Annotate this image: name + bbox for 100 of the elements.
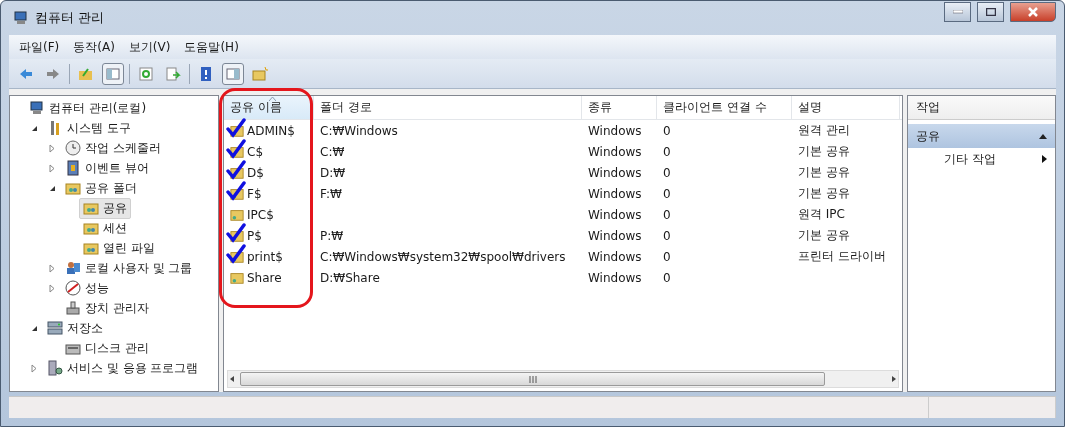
tree-pane-button[interactable] — [102, 62, 124, 85]
table-cell: 0 — [663, 144, 671, 159]
table-cell: 프린터 드라이버 — [798, 248, 886, 265]
scroll-right-icon[interactable] — [890, 375, 898, 383]
shared-folder-icon — [230, 270, 244, 285]
shared-folder-icon — [230, 207, 244, 222]
table-cell: D:₩ — [320, 165, 346, 180]
table-cell: Windows — [588, 270, 642, 285]
collapse-arrow-icon[interactable] — [30, 124, 38, 132]
collapse-arrow-icon[interactable] — [30, 324, 38, 332]
close-icon — [1028, 7, 1038, 17]
device-icon — [65, 300, 81, 316]
table-cell: 0 — [663, 207, 671, 222]
shared-folder-icon — [230, 228, 244, 243]
maximize-button[interactable] — [977, 2, 1004, 22]
computer-icon — [29, 100, 45, 116]
table-cell: D:₩Share — [320, 270, 380, 285]
share-icon — [83, 240, 99, 256]
table-cell: ADMIN$ — [247, 123, 295, 138]
new-share-icon — [252, 65, 268, 82]
services-icon — [47, 360, 63, 376]
tree-item[interactable]: 작업 스케줄러 — [61, 137, 165, 159]
expand-arrow-icon[interactable] — [49, 143, 55, 153]
expand-arrow-icon[interactable] — [49, 263, 55, 273]
table-cell: 0 — [663, 165, 671, 180]
table-cell: P:₩ — [320, 228, 344, 243]
tree-item[interactable]: 디스크 관리 — [61, 337, 153, 359]
table-cell: Windows — [588, 165, 642, 180]
tree-item[interactable]: 이벤트 뷰어 — [61, 157, 153, 179]
menu-item[interactable]: 보기(V) — [128, 38, 171, 56]
tree-item[interactable]: 성능 — [61, 277, 113, 299]
table-cell: 원격 IPC — [798, 206, 845, 223]
menu-item[interactable]: 동작(A) — [73, 38, 115, 56]
table-cell: F$ — [247, 186, 262, 201]
table-cell: print$ — [247, 249, 283, 264]
tree-item[interactable]: 서비스 및 응용 프로그램 — [43, 357, 203, 379]
tree-item[interactable]: 저장소 — [43, 317, 107, 339]
expand-arrow-icon[interactable] — [31, 363, 37, 373]
share-row[interactable]: ADMIN$ C:₩Windows Windows 0 원격 관리 — [224, 120, 902, 141]
shared-folder-icon — [230, 144, 244, 159]
collapse-arrow-icon[interactable] — [48, 184, 56, 192]
scroll-left-icon[interactable] — [228, 375, 236, 383]
clock-icon — [65, 140, 81, 156]
computer-management-icon — [13, 10, 29, 26]
panel-title: 작업 — [916, 99, 940, 116]
tree-item[interactable]: 공유 폴더 — [61, 177, 141, 199]
tree-item[interactable]: 로컬 사용자 및 그룹 — [61, 257, 197, 279]
share-row[interactable]: print$ C:₩Windows₩system32₩spool₩drivers Windows 0 프린터 드라이버 — [224, 246, 902, 267]
share-row[interactable]: Share D:₩Share Windows 0 — [224, 267, 902, 288]
shared-folder-icon — [230, 165, 244, 180]
table-cell: 기본 공유 — [798, 227, 850, 244]
action-section-header[interactable]: 공유 — [908, 124, 1055, 148]
scrollbar-thumb[interactable] — [240, 372, 825, 386]
column-header[interactable]: 공유 이름 — [224, 96, 314, 119]
expand-arrow-icon[interactable] — [49, 163, 55, 173]
table-cell: Windows — [588, 207, 642, 222]
horizontal-scrollbar[interactable] — [227, 370, 899, 388]
tree-pane-icon — [105, 65, 121, 82]
menu-item[interactable]: 도움말(H) — [184, 38, 239, 56]
action-pane-button[interactable] — [222, 62, 244, 85]
expand-arrow-icon[interactable] — [49, 283, 55, 293]
action-item[interactable]: 기타 작업 — [908, 148, 1055, 170]
table-cell: 0 — [663, 249, 671, 264]
table-cell: Windows — [588, 186, 642, 201]
table-cell: Windows — [588, 249, 642, 264]
share-row[interactable]: P$ P:₩ Windows 0 기본 공유 — [224, 225, 902, 246]
tree-item[interactable]: 시스템 도구 — [43, 117, 135, 139]
minimize-button[interactable] — [944, 2, 971, 22]
share-row[interactable]: C$ C:₩ Windows 0 기본 공유 — [224, 141, 902, 162]
maximize-icon — [985, 8, 996, 16]
table-cell: Share — [247, 270, 282, 285]
tree-item[interactable]: 공유 — [79, 197, 131, 219]
refresh-icon — [138, 65, 154, 82]
share-icon — [83, 200, 99, 216]
share-row[interactable]: IPC$ Windows 0 원격 IPC — [224, 204, 902, 225]
share-row[interactable]: D$ D:₩ Windows 0 기본 공유 — [224, 162, 902, 183]
table-cell: C:₩ — [320, 144, 345, 159]
table-cell: C:₩Windows₩system32₩spool₩drivers — [320, 249, 566, 264]
close-button[interactable] — [1010, 2, 1056, 22]
table-cell: Windows — [588, 144, 642, 159]
table-cell: 0 — [663, 228, 671, 243]
event-icon — [65, 160, 81, 176]
shared-folder-icon — [230, 123, 244, 138]
menu-item[interactable]: 파일(F) — [19, 38, 60, 56]
table-cell: 0 — [663, 186, 671, 201]
tree-item[interactable]: 열린 파일 — [79, 237, 159, 259]
tree-item[interactable]: 장치 관리자 — [61, 297, 153, 319]
minimize-icon — [952, 10, 963, 14]
share-row[interactable]: F$ F:₩ Windows 0 기본 공유 — [224, 183, 902, 204]
performance-icon — [65, 280, 81, 296]
table-cell: Windows — [588, 123, 642, 138]
action-pane-icon — [225, 65, 241, 82]
submenu-arrow-icon — [1042, 155, 1047, 163]
share-icon — [65, 180, 81, 196]
table-cell: 기본 공유 — [798, 164, 850, 181]
table-cell: C$ — [247, 144, 263, 159]
tree-item[interactable]: 컴퓨터 관리(로컬) — [25, 97, 151, 119]
table-cell: IPC$ — [247, 207, 274, 222]
table-cell: Windows — [588, 228, 642, 243]
tree-item[interactable]: 세션 — [79, 217, 131, 239]
